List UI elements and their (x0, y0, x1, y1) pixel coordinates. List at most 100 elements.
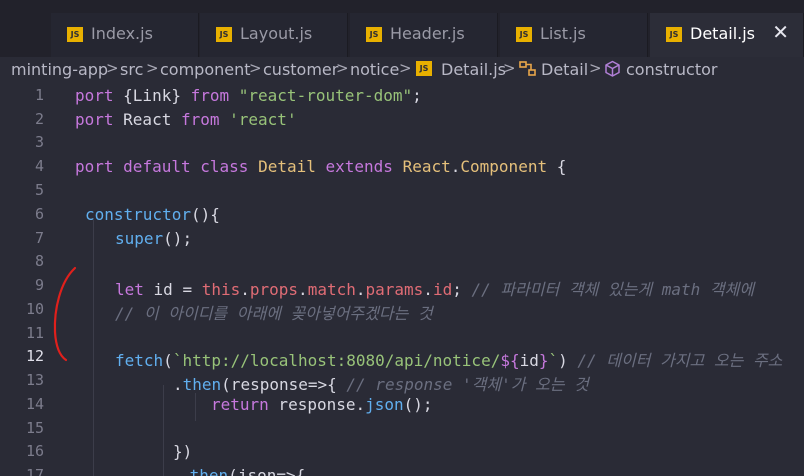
code-token: json (365, 395, 404, 414)
javascript-file-icon: JS (416, 61, 432, 76)
tab-label: Detail.js (690, 24, 755, 43)
code-line-current: fetch(`http://localhost:8080/api/notice/… (115, 347, 782, 371)
code-token: ; (412, 86, 422, 105)
tab-list-js[interactable]: JS List.js (500, 13, 648, 57)
code-token: then (182, 375, 222, 394)
code-token: ${ (500, 351, 520, 370)
code-token: . (423, 280, 433, 299)
code-token: { (547, 157, 567, 176)
tab-layout-js[interactable]: JS Layout.js (200, 13, 348, 57)
code-token: super (115, 229, 164, 248)
code-token: ( (163, 351, 173, 370)
tab-label: List.js (540, 24, 586, 43)
code-token: . (298, 280, 308, 299)
code-token: // 이 아이디를 아래에 꽂아넣어주겠다는 것 (115, 304, 433, 323)
code-editor[interactable]: 1 port {Link} from "react-router-dom"; 2… (0, 82, 804, 476)
breadcrumb-item-file[interactable]: Detail.js (441, 60, 506, 79)
code-line: // 이 아이디를 아래에 꽂아넣어주겠다는 것 (115, 300, 433, 324)
javascript-file-icon: JS (516, 27, 532, 42)
code-token: (){ (190, 205, 220, 224)
code-token: ` (548, 351, 559, 370)
code-token: (json=>{ (228, 466, 306, 476)
code-token: React (402, 157, 451, 176)
code-token: Detail (258, 157, 316, 176)
code-token: React (113, 110, 181, 129)
tab-header-js[interactable]: JS Header.js (350, 13, 498, 57)
close-icon[interactable]: ✕ (772, 20, 789, 44)
code-token: . (355, 280, 366, 299)
javascript-file-icon: JS (67, 27, 83, 42)
breadcrumb-separator: > (399, 59, 412, 77)
code-line: super(); (115, 229, 192, 248)
breadcrumb-item-component[interactable]: component (160, 60, 251, 79)
breadcrumb: minting-app > src > component > customer… (0, 57, 804, 82)
indent-guide (163, 385, 164, 476)
code-token: Component (460, 157, 548, 176)
code-line: port default class Detail extends React.… (75, 157, 566, 176)
javascript-file-icon: JS (216, 27, 232, 42)
code-token: {Link} (113, 86, 191, 105)
code-token: (response=>{ (221, 375, 347, 394)
breadcrumb-separator: > (503, 59, 516, 77)
code-token: from (190, 86, 230, 105)
code-token: "react-router-dom" (238, 86, 413, 105)
tab-detail-js[interactable]: JS Detail.js ✕ (650, 13, 804, 57)
code-token: // 파라미터 객체 있는게 math 객체에 (471, 280, 764, 299)
breadcrumb-item-class[interactable]: Detail (541, 60, 588, 79)
breadcrumb-separator: > (249, 59, 262, 77)
code-token: // response '객체'가 오는 것 (346, 375, 589, 394)
code-token: props (249, 280, 299, 299)
tab-label: Layout.js (240, 24, 313, 43)
red-bracket-annotation (53, 266, 77, 362)
code-token: . (240, 280, 250, 299)
code-token: . (450, 157, 461, 176)
breadcrumb-item-customer[interactable]: customer (263, 60, 338, 79)
code-token: (); (403, 395, 433, 414)
code-line: port React from 'react' (75, 110, 297, 129)
code-token: 'react' (229, 110, 297, 129)
javascript-file-icon: JS (366, 27, 382, 42)
code-token: params (365, 280, 424, 299)
code-token: id (432, 280, 453, 299)
code-line: .then(response=>{ // response '객체'가 오는 것 (173, 371, 589, 395)
javascript-file-icon: JS (666, 27, 682, 42)
editor-tab-bar: JS Index.js JS Layout.js JS Header.js JS… (0, 0, 804, 57)
code-token: // 데이터 가지고 오는 주소 (577, 351, 783, 370)
code-token: . (180, 466, 190, 476)
code-token: extends (325, 157, 393, 176)
code-line: }) (173, 442, 192, 461)
code-token: from (180, 110, 220, 129)
code-token: `http://localhost:8080/api/notice/ (172, 351, 501, 370)
code-token: then (189, 466, 229, 476)
code-token: let (115, 280, 144, 299)
tab-index-js[interactable]: JS Index.js (51, 13, 199, 57)
breadcrumb-item-project[interactable]: minting-app (11, 60, 108, 79)
code-token: ; (452, 280, 472, 299)
indent-guide (195, 393, 196, 421)
breadcrumb-item-notice[interactable]: notice (350, 60, 399, 79)
code-token: match (307, 280, 356, 299)
method-symbol-icon (605, 60, 620, 77)
code-token: default (123, 157, 191, 176)
code-token: return (211, 395, 269, 414)
class-symbol-icon (519, 61, 536, 76)
code-line: return response.json(); (211, 395, 433, 414)
code-token: id (519, 351, 539, 370)
code-token: ) (558, 351, 578, 370)
breadcrumb-separator: > (589, 59, 602, 77)
code-token: id = (143, 280, 202, 299)
breadcrumb-item-src[interactable]: src (120, 60, 143, 79)
breadcrumb-separator: > (146, 59, 159, 77)
code-token: class (200, 157, 249, 176)
breadcrumb-item-method[interactable]: constructor (626, 60, 718, 79)
code-line: let id = this.props.match.params.id; // … (115, 276, 764, 300)
code-token: } (538, 351, 549, 370)
breadcrumb-separator: > (106, 59, 119, 77)
